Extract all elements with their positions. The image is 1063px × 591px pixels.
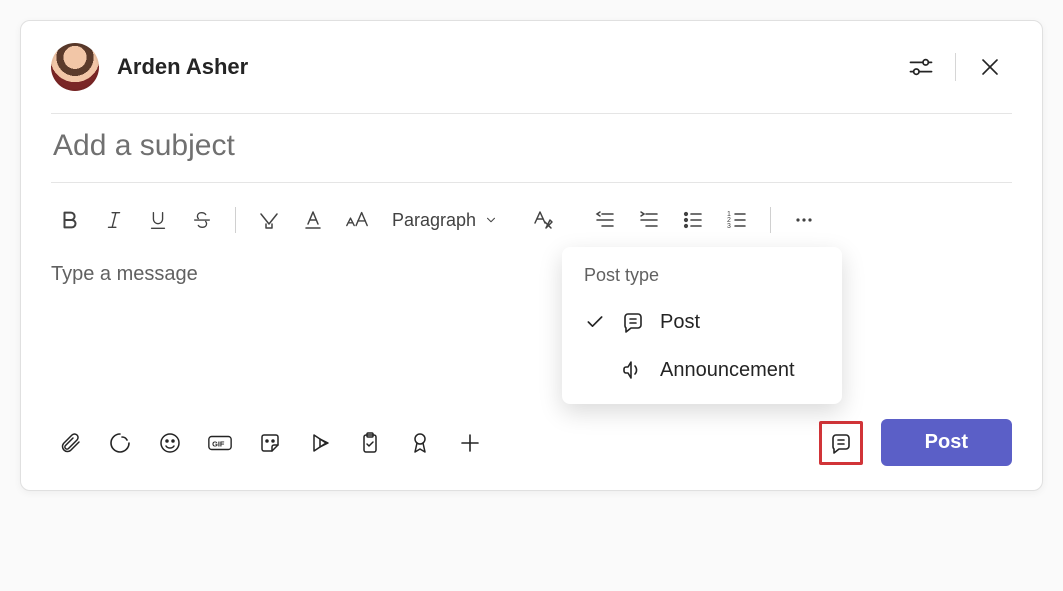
praise-button[interactable]	[401, 424, 439, 462]
sticker-icon	[258, 431, 282, 455]
gif-icon: GIF	[207, 431, 233, 455]
clear-formatting-button[interactable]	[524, 201, 562, 239]
paragraph-style-dropdown[interactable]: Paragraph	[382, 204, 508, 237]
post-type-icon	[829, 431, 853, 455]
chevron-down-icon	[484, 213, 498, 227]
style-dropdown-label: Paragraph	[392, 210, 476, 231]
highlight-icon	[257, 208, 281, 232]
approvals-button[interactable]	[351, 424, 389, 462]
numbered-list-button[interactable]: 1 2 3	[718, 201, 756, 239]
bottom-toolbar: GIF	[51, 419, 1012, 466]
close-icon	[978, 55, 1002, 79]
author-name: Arden Asher	[117, 54, 899, 80]
header-divider	[955, 53, 956, 81]
font-size-icon	[344, 208, 370, 232]
post-type-option-label: Post	[660, 311, 700, 334]
clipboard-icon	[358, 431, 382, 455]
bottom-right-actions: Post	[819, 419, 1012, 466]
italic-button[interactable]	[95, 201, 133, 239]
more-format-button[interactable]	[785, 201, 823, 239]
emoji-icon	[158, 431, 182, 455]
megaphone-icon	[620, 358, 646, 382]
bold-icon	[59, 209, 81, 231]
bottom-tools: GIF	[51, 424, 489, 462]
strikethrough-icon	[191, 209, 213, 231]
badge-icon	[408, 431, 432, 455]
text-color-button[interactable]	[294, 201, 332, 239]
bullet-list-icon	[681, 208, 705, 232]
popover-title: Post type	[562, 261, 842, 298]
post-button[interactable]: Post	[881, 419, 1012, 466]
stream-icon	[308, 431, 332, 455]
more-actions-button[interactable]	[451, 424, 489, 462]
increase-indent-button[interactable]	[630, 201, 668, 239]
svg-text:3: 3	[727, 223, 731, 230]
post-type-popover: Post type Post	[562, 247, 842, 404]
decrease-indent-button[interactable]	[586, 201, 624, 239]
paperclip-icon	[58, 431, 82, 455]
clear-format-icon	[531, 208, 555, 232]
subject-row	[51, 113, 1012, 183]
post-type-button[interactable]	[819, 421, 863, 465]
header-actions	[899, 45, 1012, 89]
highlight-button[interactable]	[250, 201, 288, 239]
post-type-option-label: Announcement	[660, 359, 795, 382]
compose-post-card: Arden Asher	[20, 20, 1043, 491]
author-avatar	[51, 43, 99, 91]
font-size-button[interactable]	[338, 201, 376, 239]
compose-header: Arden Asher	[51, 43, 1012, 113]
post-icon	[620, 310, 646, 334]
text-color-icon	[301, 208, 325, 232]
gif-button[interactable]: GIF	[201, 424, 239, 462]
svg-text:GIF: GIF	[212, 439, 225, 448]
bold-button[interactable]	[51, 201, 89, 239]
subject-input[interactable]	[51, 128, 1012, 164]
loop-component-button[interactable]	[101, 424, 139, 462]
emoji-button[interactable]	[151, 424, 189, 462]
underline-button[interactable]	[139, 201, 177, 239]
post-type-option-post[interactable]: Post	[562, 298, 842, 346]
loop-icon	[108, 431, 132, 455]
stream-button[interactable]	[301, 424, 339, 462]
close-compose-button[interactable]	[968, 45, 1012, 89]
toolbar-separator	[235, 207, 236, 233]
sticker-button[interactable]	[251, 424, 289, 462]
more-icon	[792, 208, 816, 232]
bullet-list-button[interactable]	[674, 201, 712, 239]
plus-icon	[458, 431, 482, 455]
check-icon	[584, 312, 606, 332]
numbered-list-icon: 1 2 3	[725, 208, 749, 232]
indent-icon	[637, 208, 661, 232]
italic-icon	[103, 209, 125, 231]
message-placeholder: Type a message	[51, 263, 198, 285]
message-body[interactable]: Type a message	[51, 249, 1012, 409]
post-type-option-announcement[interactable]: Announcement	[562, 346, 842, 394]
toolbar-separator	[770, 207, 771, 233]
underline-icon	[147, 209, 169, 231]
attach-file-button[interactable]	[51, 424, 89, 462]
outdent-icon	[593, 208, 617, 232]
format-toolbar: Paragraph	[51, 183, 1012, 249]
strikethrough-button[interactable]	[183, 201, 221, 239]
delivery-options-button[interactable]	[899, 45, 943, 89]
filter-settings-icon	[907, 53, 935, 81]
